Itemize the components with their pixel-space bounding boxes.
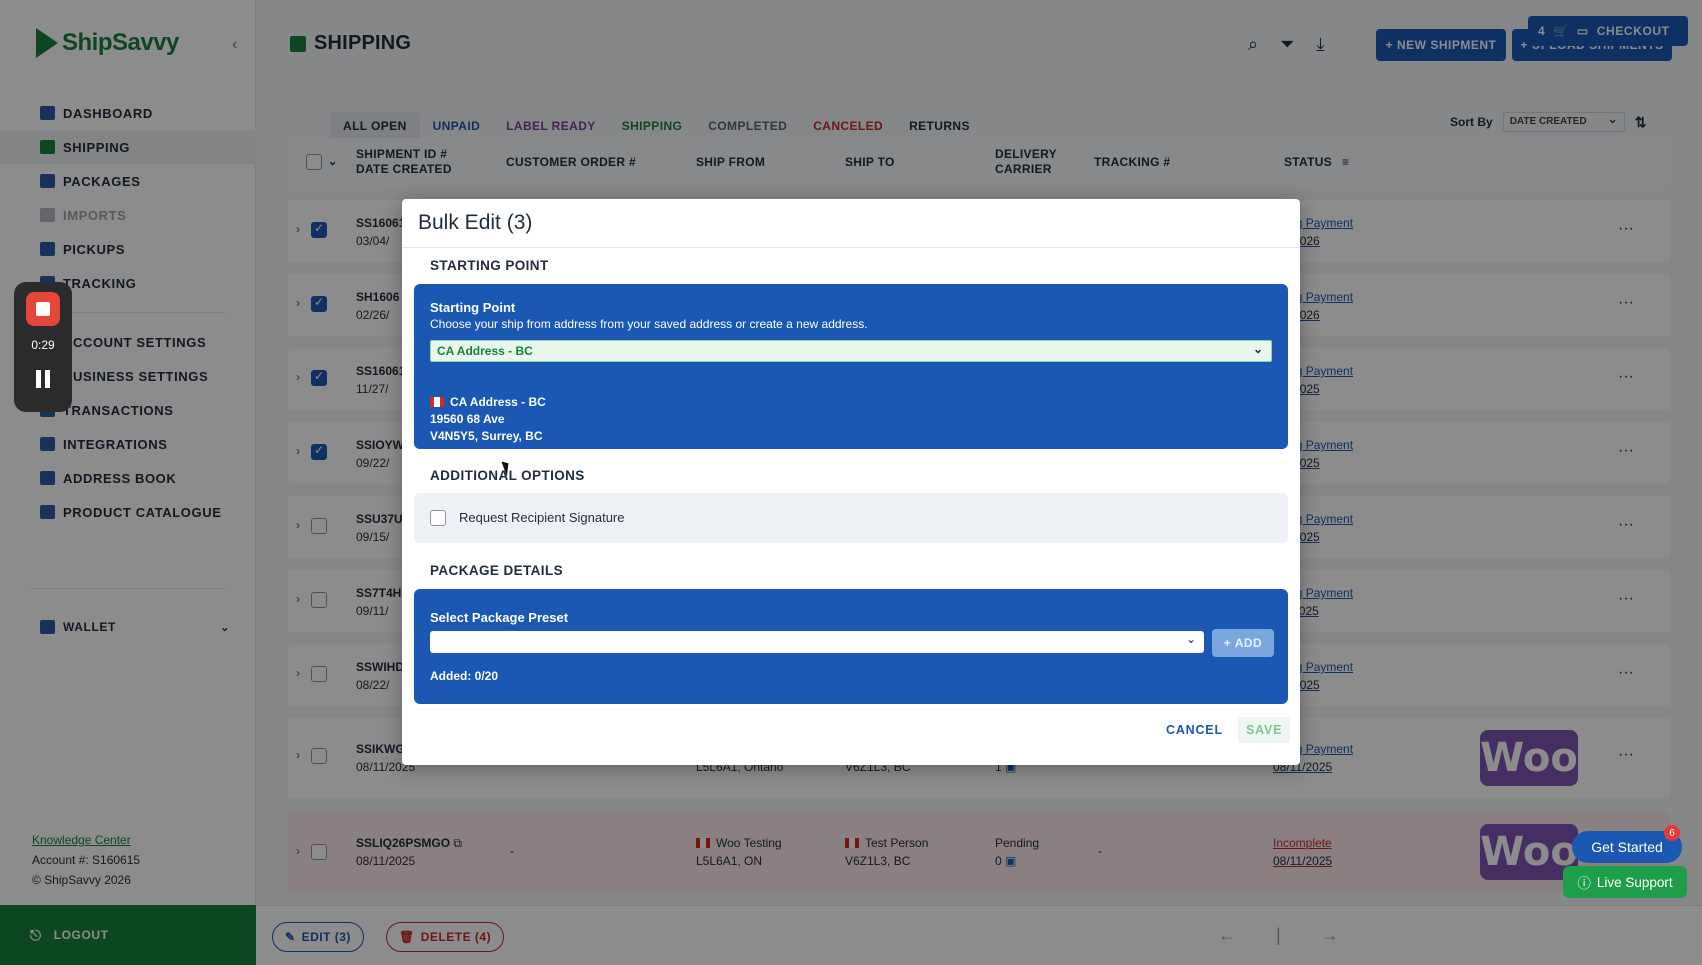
- selected-address-card: CA Address - BC 19560 68 Ave V4N5Y5, Sur…: [430, 394, 546, 445]
- starting-point-title: Starting Point: [430, 300, 516, 315]
- notification-badge: 6: [1664, 825, 1680, 841]
- starting-point-select[interactable]: CA Address - BC ⌄: [430, 340, 1272, 362]
- address-name: CA Address - BC: [450, 395, 546, 409]
- add-package-button[interactable]: + ADD: [1212, 629, 1274, 657]
- recording-time: 0:29: [31, 338, 55, 352]
- package-preset-panel: Select Package Preset ⌄ + ADD Added: 0/2…: [414, 589, 1288, 704]
- package-preset-select[interactable]: ⌄: [430, 631, 1204, 653]
- pause-icon[interactable]: [36, 370, 50, 388]
- address-line1: 19560 68 Ave: [430, 412, 505, 426]
- starting-point-section: STARTING POINT: [430, 258, 549, 273]
- chevron-down-icon: ⌄: [1185, 632, 1196, 646]
- live-support-button[interactable]: ⓘ Live Support: [1563, 866, 1687, 898]
- stop-recording-icon[interactable]: [26, 292, 60, 326]
- starting-point-value: CA Address - BC: [437, 344, 533, 358]
- signature-label: Request Recipient Signature: [459, 510, 625, 525]
- help-icon: ⓘ: [1577, 876, 1591, 891]
- signature-checkbox[interactable]: [430, 510, 446, 526]
- cancel-button[interactable]: CANCEL: [1166, 723, 1223, 737]
- package-preset-label: Select Package Preset: [430, 610, 569, 625]
- dialog-title: Bulk Edit (3): [418, 211, 533, 234]
- package-details-section: PACKAGE DETAILS: [430, 563, 564, 578]
- screen-recorder: 0:29: [14, 282, 72, 412]
- dialog-divider: [402, 247, 1300, 248]
- chevron-down-icon: ⌄: [1252, 342, 1263, 356]
- address-line2: V4N5Y5, Surrey, BC: [430, 429, 543, 443]
- signature-option: Request Recipient Signature: [414, 493, 1288, 543]
- packages-added-count: Added: 0/20: [430, 669, 499, 683]
- canada-flag-icon: [430, 397, 444, 407]
- starting-point-panel: Starting Point Choose your ship from add…: [414, 284, 1288, 449]
- save-button[interactable]: SAVE: [1238, 717, 1291, 743]
- starting-point-description: Choose your ship from address from your …: [430, 317, 868, 331]
- bulk-edit-dialog: Bulk Edit (3) STARTING POINT Starting Po…: [402, 199, 1300, 765]
- live-support-label: Live Support: [1596, 874, 1673, 890]
